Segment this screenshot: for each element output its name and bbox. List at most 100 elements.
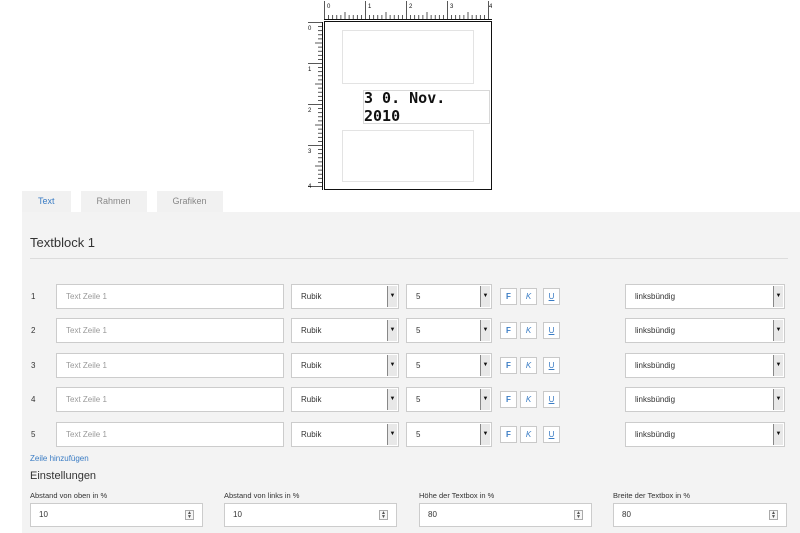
font-select[interactable]: Rubik ▼ (291, 387, 399, 412)
ruler-top-label: 0 (327, 4, 331, 10)
offset-left-input[interactable]: 10 ▲ ▼ (224, 503, 397, 527)
bold-button[interactable]: F (500, 322, 517, 339)
align-value: linksbündig (635, 430, 676, 439)
underline-button[interactable]: U (543, 288, 560, 305)
ruler-top: 0 1 2 3 4 (324, 1, 492, 20)
font-select[interactable]: Rubik ▼ (291, 353, 399, 378)
divider (30, 258, 788, 259)
align-select[interactable]: linksbündig ▼ (625, 318, 785, 343)
chevron-down-icon: ▼ (387, 424, 397, 445)
chevron-down-icon: ▼ (480, 424, 490, 445)
setting-label: Abstand von oben in % (30, 491, 108, 500)
tab-text[interactable]: Text (22, 191, 71, 212)
stamp-canvas[interactable]: 3 0. Nov. 2010 (324, 21, 492, 190)
text-line-row: 5 Text Zeile 1 Rubik ▼ 5 ▼ F K U linksbünd… (22, 422, 800, 449)
align-value: linksbündig (635, 395, 676, 404)
setting-label: Breite der Textbox in % (613, 491, 690, 500)
align-select[interactable]: linksbündig ▼ (625, 284, 785, 309)
spinner-icon[interactable]: ▲ ▼ (379, 510, 388, 520)
chevron-down-icon: ▼ (480, 286, 490, 307)
tab-bar: Text Rahmen Grafiken (22, 191, 233, 212)
size-select[interactable]: 5 ▼ (406, 318, 492, 343)
line-number: 2 (31, 326, 36, 335)
tab-rahmen[interactable]: Rahmen (80, 191, 147, 212)
font-select[interactable]: Rubik ▼ (291, 318, 399, 343)
size-select[interactable]: 5 ▼ (406, 353, 492, 378)
chevron-down-icon: ▼ (387, 389, 397, 410)
text-line-row: 3 Text Zeile 1 Rubik ▼ 5 ▼ F K U linksbünd… (22, 353, 800, 380)
size-value: 5 (416, 361, 421, 370)
font-select[interactable]: Rubik ▼ (291, 284, 399, 309)
size-select[interactable]: 5 ▼ (406, 387, 492, 412)
chevron-down-icon: ▼ (387, 320, 397, 341)
font-value: Rubik (301, 326, 322, 335)
setting-value: 80 (428, 510, 437, 519)
setting-value: 10 (233, 510, 242, 519)
bold-button[interactable]: F (500, 288, 517, 305)
textbox-height-input[interactable]: 80 ▲ ▼ (419, 503, 592, 527)
text-line-input[interactable]: Text Zeile 1 (56, 422, 284, 447)
text-line-row: 1 Text Zeile 1 Rubik ▼ 5 ▼ F K U linksbünd… (22, 284, 800, 311)
line-number: 1 (31, 292, 36, 301)
text-line-input[interactable]: Text Zeile 1 (56, 318, 284, 343)
textblock-title: Textblock 1 (30, 235, 96, 250)
font-value: Rubik (301, 395, 322, 404)
stamp-text-box[interactable]: 3 0. Nov. 2010 (363, 89, 490, 125)
line-number: 5 (31, 430, 36, 439)
chevron-down-icon: ▼ (773, 424, 783, 445)
underline-button[interactable]: U (543, 391, 560, 408)
chevron-down-icon: ▼ (387, 286, 397, 307)
size-select[interactable]: 5 ▼ (406, 422, 492, 447)
text-line-row: 2 Text Zeile 1 Rubik ▼ 5 ▼ F K U linksbünd… (22, 318, 800, 345)
align-value: linksbündig (635, 326, 676, 335)
underline-button[interactable]: U (543, 357, 560, 374)
bold-button[interactable]: F (500, 391, 517, 408)
underline-button[interactable]: U (543, 426, 560, 443)
settings-title: Einstellungen (30, 470, 97, 482)
ruler-left-label: 3 (308, 149, 312, 155)
spinner-icon[interactable]: ▲ ▼ (185, 510, 194, 520)
ruler-top-label: 2 (409, 4, 413, 10)
setting-label: Abstand von links in % (224, 491, 300, 500)
chevron-down-icon: ▼ (480, 389, 490, 410)
chevron-down-icon: ▼ (773, 286, 783, 307)
align-select[interactable]: linksbündig ▼ (625, 353, 785, 378)
chevron-down-icon: ▼ (387, 355, 397, 376)
text-line-input[interactable]: Text Zeile 1 (56, 284, 284, 309)
align-select[interactable]: linksbündig ▼ (625, 422, 785, 447)
font-select[interactable]: Rubik ▼ (291, 422, 399, 447)
size-value: 5 (416, 326, 421, 335)
spinner-icon[interactable]: ▲ ▼ (574, 510, 583, 520)
line-number: 4 (31, 395, 36, 404)
tab-grafiken[interactable]: Grafiken (156, 191, 223, 212)
text-line-row: 4 Text Zeile 1 Rubik ▼ 5 ▼ F K U linksbünd… (22, 387, 800, 414)
italic-button[interactable]: K (520, 426, 537, 443)
italic-button[interactable]: K (520, 391, 537, 408)
textbox-outline-bottom (342, 130, 474, 182)
offset-top-input[interactable]: 10 ▲ ▼ (30, 503, 203, 527)
textbox-outline-top (342, 30, 474, 84)
bold-button[interactable]: F (500, 426, 517, 443)
italic-button[interactable]: K (520, 288, 537, 305)
ruler-left-label: 4 (308, 184, 312, 190)
ruler-left-label: 1 (308, 67, 312, 73)
textbox-width-input[interactable]: 80 ▲ ▼ (613, 503, 787, 527)
chevron-down-icon: ▼ (773, 320, 783, 341)
stamp-preview: 0 1 2 3 4 0 1 2 3 4 3 0. Nov. 2010 (307, 0, 492, 195)
stamp-text: 3 0. Nov. 2010 (364, 89, 446, 125)
italic-button[interactable]: K (520, 322, 537, 339)
underline-button[interactable]: U (543, 322, 560, 339)
add-line-link[interactable]: Zeile hinzufügen (30, 454, 89, 463)
italic-button[interactable]: K (520, 357, 537, 374)
ruler-left-label: 0 (308, 26, 312, 32)
align-select[interactable]: linksbündig ▼ (625, 387, 785, 412)
align-value: linksbündig (635, 292, 676, 301)
bold-button[interactable]: F (500, 357, 517, 374)
spinner-icon[interactable]: ▲ ▼ (769, 510, 778, 520)
chevron-down-icon: ▼ (480, 320, 490, 341)
line-number: 3 (31, 361, 36, 370)
text-line-input[interactable]: Text Zeile 1 (56, 353, 284, 378)
size-value: 5 (416, 292, 421, 301)
size-select[interactable]: 5 ▼ (406, 284, 492, 309)
text-line-input[interactable]: Text Zeile 1 (56, 387, 284, 412)
